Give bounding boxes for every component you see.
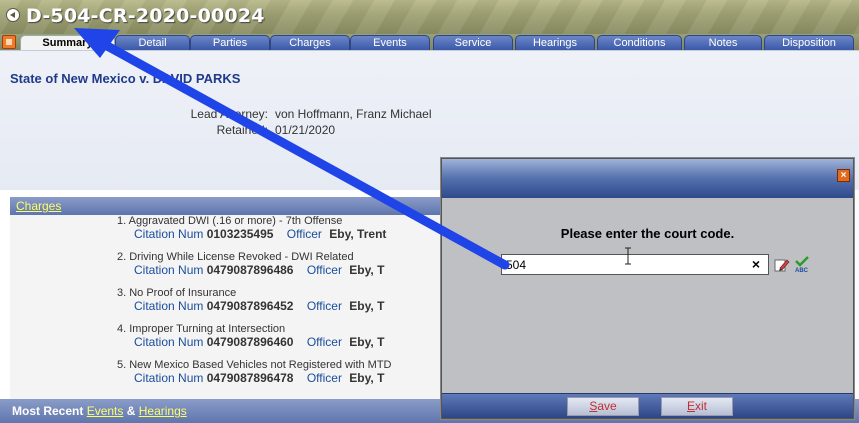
- citation-label: Citation Num: [134, 299, 204, 313]
- lead-attorney-label: Lead Attorney:: [190, 107, 268, 121]
- charge-item: 1. Aggravated DWI (.16 or more) - 7th Of…: [10, 215, 450, 251]
- officer-label: Officer: [306, 299, 342, 313]
- tab-notes[interactable]: Notes: [684, 35, 762, 50]
- charge-item: 2. Driving While License Revoked - DWI R…: [10, 251, 450, 287]
- tab-parties[interactable]: Parties: [190, 35, 270, 50]
- charge-title: 2. Driving While License Revoked - DWI R…: [117, 251, 354, 263]
- home-tab-icon[interactable]: [2, 35, 16, 49]
- officer-label: Officer: [306, 371, 342, 385]
- charge-meta: Citation Num 0479087896460 Officer Eby, …: [10, 335, 450, 349]
- exit-accelerator: E: [686, 399, 695, 413]
- tab-events[interactable]: Events: [350, 35, 430, 50]
- citation-label: Citation Num: [134, 335, 204, 349]
- svg-text:ABC: ABC: [795, 268, 809, 273]
- charge-item: 5. New Mexico Based Vehicles not Registe…: [10, 359, 450, 395]
- officer-label: Officer: [286, 227, 322, 241]
- officer-name: Eby, T: [349, 335, 385, 349]
- amp-separator: &: [126, 404, 136, 418]
- tab-conditions[interactable]: Conditions: [597, 35, 682, 50]
- lead-attorney-value: von Hoffmann, Franz Michael: [275, 107, 432, 121]
- officer-name: Eby, T: [349, 263, 385, 277]
- retained-value: 01/21/2020: [275, 123, 336, 137]
- tab-charges[interactable]: Charges: [270, 35, 350, 50]
- officer-label: Officer: [306, 335, 342, 349]
- tab-detail[interactable]: Detail: [115, 35, 190, 50]
- charges-header: Charges: [10, 197, 450, 215]
- citation-number: 0479087896452: [206, 299, 294, 313]
- citation-label: Citation Num: [134, 371, 204, 385]
- recent-prefix: Most Recent: [12, 404, 84, 418]
- citation-number: 0479087896486: [206, 263, 294, 277]
- charge-meta: Citation Num 0479087896452 Officer Eby, …: [10, 299, 450, 313]
- court-code-input[interactable]: [501, 254, 769, 275]
- edit-pencil-icon[interactable]: [774, 257, 790, 273]
- tab-bar: Summary Detail Parties Charges Events Se…: [0, 34, 859, 50]
- charge-title: 1. Aggravated DWI (.16 or more) - 7th Of…: [117, 215, 343, 227]
- charge-title: 4. Improper Turning at Intersection: [117, 323, 286, 335]
- citation-label: Citation Num: [134, 263, 204, 277]
- citation-number: 0479087896478: [206, 371, 294, 385]
- citation-number: 0103235495: [206, 227, 274, 241]
- officer-name: Eby, T: [349, 299, 385, 313]
- exit-button[interactable]: Exit: [661, 397, 733, 416]
- dialog-footer: Save Exit: [442, 393, 853, 418]
- save-button[interactable]: Save: [567, 397, 639, 416]
- clear-input-icon[interactable]: ×: [748, 256, 764, 272]
- case-title: D-504-CR-2020-00024: [26, 5, 265, 27]
- title-bar: D-504-CR-2020-00024: [0, 0, 859, 34]
- citation-number: 0479087896460: [206, 335, 294, 349]
- party-title: State of New Mexico v. DAVID PARKS: [10, 71, 241, 86]
- hearings-link[interactable]: Hearings: [139, 404, 187, 418]
- officer-name: Eby, Trent: [329, 227, 387, 241]
- events-link[interactable]: Events: [87, 404, 124, 418]
- exit-label-rest: xit: [695, 399, 707, 413]
- dialog-prompt: Please enter the court code.: [560, 226, 735, 241]
- tab-summary[interactable]: Summary: [20, 35, 115, 50]
- charge-meta: Citation Num 0103235495 Officer Eby, Tre…: [10, 227, 450, 241]
- charges-link[interactable]: Charges: [16, 199, 61, 213]
- charge-title: 5. New Mexico Based Vehicles not Registe…: [117, 359, 392, 371]
- court-code-dialog: × Please enter the court code. × ABC Sav…: [441, 158, 854, 419]
- officer-label: Officer: [306, 263, 342, 277]
- tab-hearings[interactable]: Hearings: [515, 35, 595, 50]
- text-cursor-icon: [625, 247, 631, 265]
- spellcheck-abc-icon[interactable]: ABC: [793, 255, 811, 273]
- tab-service[interactable]: Service: [433, 35, 513, 50]
- close-icon[interactable]: ×: [837, 169, 850, 182]
- save-label-rest: ave: [597, 399, 617, 413]
- charge-meta: Citation Num 0479087896478 Officer Eby, …: [10, 371, 450, 385]
- back-arrow-icon[interactable]: [6, 8, 20, 22]
- charges-list: 1. Aggravated DWI (.16 or more) - 7th Of…: [10, 215, 450, 399]
- dialog-header: ×: [442, 159, 853, 198]
- citation-label: Citation Num: [134, 227, 204, 241]
- officer-name: Eby, T: [349, 371, 385, 385]
- retained-label: Retained:: [216, 123, 268, 137]
- charge-meta: Citation Num 0479087896486 Officer Eby, …: [10, 263, 450, 277]
- charge-item: 4. Improper Turning at Intersection Cita…: [10, 323, 450, 359]
- charge-title: 3. No Proof of Insurance: [117, 287, 237, 299]
- tab-disposition[interactable]: Disposition: [764, 35, 854, 50]
- charge-item: 3. No Proof of Insurance Citation Num 04…: [10, 287, 450, 323]
